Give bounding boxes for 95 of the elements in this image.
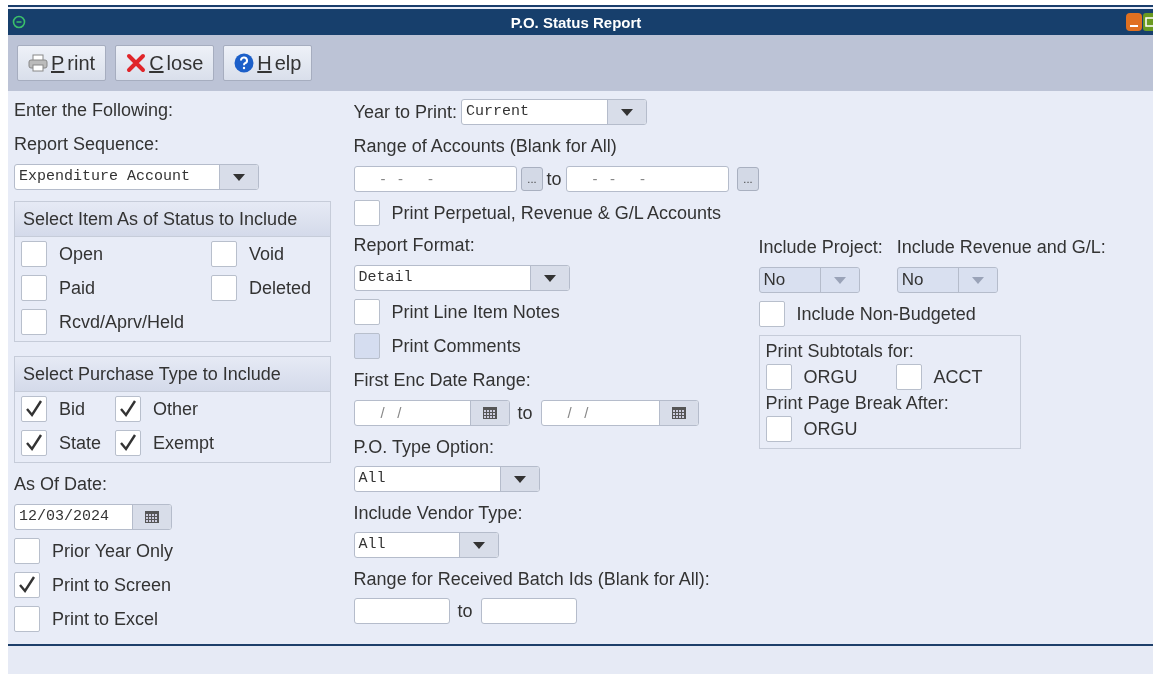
help-icon [234, 53, 255, 73]
checkbox[interactable] [895, 364, 922, 390]
checkbox-label: ACCT [933, 366, 983, 388]
date-field[interactable]: / / [540, 400, 699, 426]
checkbox-label: Print Perpetual, Revenue & G/L Accounts [391, 202, 722, 224]
checkbox-label: ORGU [803, 366, 858, 388]
caret-icon [971, 276, 984, 284]
checkbox[interactable] [765, 364, 792, 390]
checkbox-label: Bid [59, 398, 85, 420]
checkmark-icon [119, 400, 137, 418]
checkmark-icon [119, 434, 137, 452]
checkbox[interactable] [765, 416, 792, 442]
checkbox[interactable] [353, 200, 380, 226]
dropdown[interactable]: All [353, 532, 499, 558]
checkbox-label: Print Comments [391, 335, 521, 357]
dropdown[interactable]: Expenditure Account [14, 164, 259, 190]
date-field[interactable]: 12/03/2024 [14, 504, 172, 530]
dropdown[interactable]: Current [461, 99, 647, 125]
close-icon [126, 53, 147, 73]
field-label: Report Sequence: [14, 133, 161, 155]
account-field[interactable]: - - - [565, 166, 730, 192]
range-separator: to [546, 168, 562, 190]
print-button[interactable]: Print [17, 45, 107, 81]
field-label: Include Project: [758, 236, 883, 258]
checkbox[interactable] [211, 275, 237, 301]
lookup-button[interactable]: ... [521, 167, 543, 191]
checkmark-icon [25, 434, 43, 452]
date-field[interactable]: / / [353, 400, 510, 426]
field-label: As Of Date: [14, 473, 109, 495]
caret-icon [513, 475, 526, 483]
range-separator: to [457, 600, 473, 622]
batch-field[interactable] [353, 598, 450, 624]
minimize-icon[interactable] [1126, 13, 1142, 31]
group-header: Select Purchase Type to Include [15, 357, 330, 392]
checkbox[interactable] [21, 309, 47, 335]
field-label: Print Subtotals for: [765, 340, 915, 362]
caret-icon [472, 541, 485, 549]
instruction-text: Enter the Following: [14, 99, 175, 121]
checkbox[interactable] [211, 241, 237, 267]
caret-icon [621, 108, 633, 116]
checkmark-icon [25, 400, 43, 418]
checkbox[interactable] [14, 572, 40, 598]
app-logo-icon [12, 15, 26, 29]
checkbox-label: Paid [59, 277, 96, 299]
caret-icon [833, 276, 846, 284]
calendar-icon [482, 407, 497, 419]
checkbox-label: ORGU [803, 418, 858, 440]
checkbox[interactable] [14, 538, 40, 564]
checkbox-label: Deleted [249, 277, 312, 299]
caret-icon [233, 173, 245, 181]
checkbox-label: Rcvd/Aprv/Held [59, 311, 185, 333]
checkbox-label: State [59, 432, 102, 454]
field-label: First Enc Date Range: [353, 369, 532, 391]
checkbox[interactable] [758, 301, 785, 327]
checkbox[interactable] [21, 396, 47, 422]
field-label: Year to Print: [353, 101, 457, 123]
checkbox[interactable] [353, 299, 380, 325]
help-button[interactable]: Help [223, 45, 313, 81]
dropdown[interactable]: All [353, 466, 540, 492]
checkbox-label: Exempt [153, 432, 215, 454]
account-field[interactable]: - - - [353, 166, 518, 192]
field-label: Include Vendor Type: [353, 502, 524, 524]
field-label: Print Page Break After: [765, 392, 950, 414]
field-label: Range for Received Batch Ids (Blank for All): [353, 568, 711, 590]
printer-icon [28, 54, 48, 72]
checkbox[interactable] [21, 430, 47, 456]
checkbox-label: Print Line Item Notes [391, 301, 560, 323]
checkbox-label: Other [153, 398, 199, 420]
window-title: P.O. Status Report [509, 13, 643, 31]
calendar-icon [671, 407, 686, 419]
checkbox-label: Print to Screen [52, 574, 172, 596]
checkmark-icon [18, 576, 36, 594]
checkbox-label: Void [249, 243, 285, 265]
caret-icon [543, 274, 556, 282]
checkbox[interactable] [115, 396, 141, 422]
checkbox-label: Open [59, 243, 104, 265]
group-header: Select Item As of Status to Include [15, 202, 330, 237]
range-separator: to [517, 402, 533, 424]
checkbox[interactable] [14, 606, 40, 632]
field-label: Include Revenue and G/L: [896, 236, 1106, 258]
field-label: Range of Accounts (Blank for All) [353, 135, 618, 157]
calendar-icon [145, 511, 159, 523]
checkbox[interactable] [21, 241, 47, 267]
close-button[interactable]: Close [115, 45, 215, 81]
lookup-button[interactable]: ... [737, 167, 759, 191]
maximize-icon[interactable] [1143, 13, 1153, 31]
checkbox-label: Print to Excel [52, 608, 159, 630]
batch-field[interactable] [480, 598, 577, 624]
dropdown[interactable]: Detail [353, 265, 570, 291]
checkbox-label: Prior Year Only [52, 540, 174, 562]
checkbox-label: Include Non-Budgeted [796, 303, 976, 325]
field-label: P.O. Type Option: [353, 436, 496, 458]
checkbox[interactable] [21, 275, 47, 301]
field-label: Report Format: [353, 234, 476, 256]
checkbox[interactable] [115, 430, 141, 456]
